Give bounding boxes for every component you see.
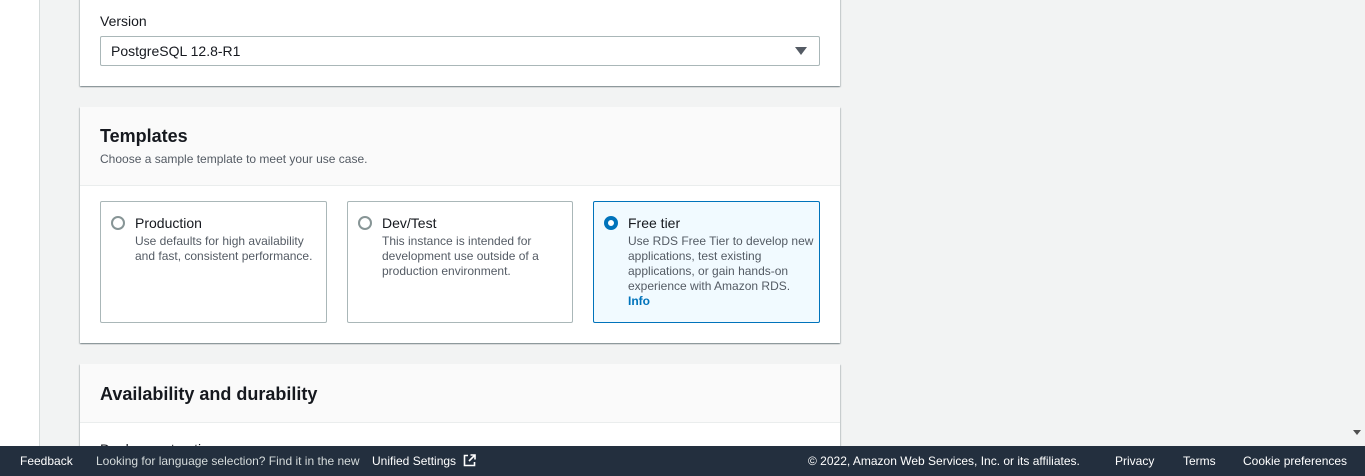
feedback-link[interactable]: Feedback	[20, 454, 73, 468]
scroll-down-arrow-icon[interactable]	[1353, 430, 1361, 435]
console-footer: Feedback Looking for language selection?…	[0, 446, 1365, 476]
version-select-value: PostgreSQL 12.8-R1	[111, 43, 241, 59]
language-prompt-text: Looking for language selection? Find it …	[96, 454, 360, 468]
templates-header: Templates Choose a sample template to me…	[80, 107, 840, 186]
left-navigation-rail	[0, 0, 40, 446]
terms-link[interactable]: Terms	[1183, 454, 1216, 468]
template-description-production: Use defaults for high availability and f…	[135, 234, 313, 263]
copyright-text: © 2022, Amazon Web Services, Inc. or its…	[808, 454, 1080, 468]
template-title-dev-test: Dev/Test	[382, 215, 437, 231]
template-title-production: Production	[135, 215, 202, 231]
template-tile-dev-test[interactable]: Dev/Test This instance is intended for d…	[347, 201, 573, 323]
availability-title: Availability and durability	[100, 384, 318, 404]
radio-dev-test[interactable]	[358, 216, 372, 230]
availability-panel: Availability and durability Deployment o…	[80, 364, 840, 457]
template-description-free-tier: Use RDS Free Tier to develop new applica…	[628, 234, 814, 309]
templates-panel: Templates Choose a sample template to me…	[80, 107, 840, 343]
radio-free-tier[interactable]	[604, 216, 618, 230]
template-description-dev-test: This instance is intended for developmen…	[382, 234, 539, 278]
version-select[interactable]: PostgreSQL 12.8-R1	[100, 36, 820, 66]
templates-description: Choose a sample template to meet your us…	[100, 152, 368, 166]
template-description-free-tier-text: Use RDS Free Tier to develop new applica…	[628, 234, 814, 293]
availability-header: Availability and durability	[80, 364, 840, 423]
unified-settings-link[interactable]: Unified Settings	[372, 454, 456, 468]
version-label: Version	[100, 13, 147, 29]
privacy-link[interactable]: Privacy	[1115, 454, 1154, 468]
caret-down-icon	[795, 47, 807, 55]
template-tile-production[interactable]: Production Use defaults for high availab…	[100, 201, 327, 323]
external-link-icon[interactable]	[463, 454, 476, 467]
templates-title: Templates	[100, 126, 188, 146]
engine-options-panel: Version PostgreSQL 12.8-R1	[80, 0, 840, 86]
cookie-preferences-link[interactable]: Cookie preferences	[1243, 454, 1347, 468]
template-title-free-tier: Free tier	[628, 215, 681, 231]
template-tile-free-tier[interactable]: Free tier Use RDS Free Tier to develop n…	[593, 201, 820, 323]
radio-production[interactable]	[111, 216, 125, 230]
info-link[interactable]: Info	[628, 294, 814, 309]
